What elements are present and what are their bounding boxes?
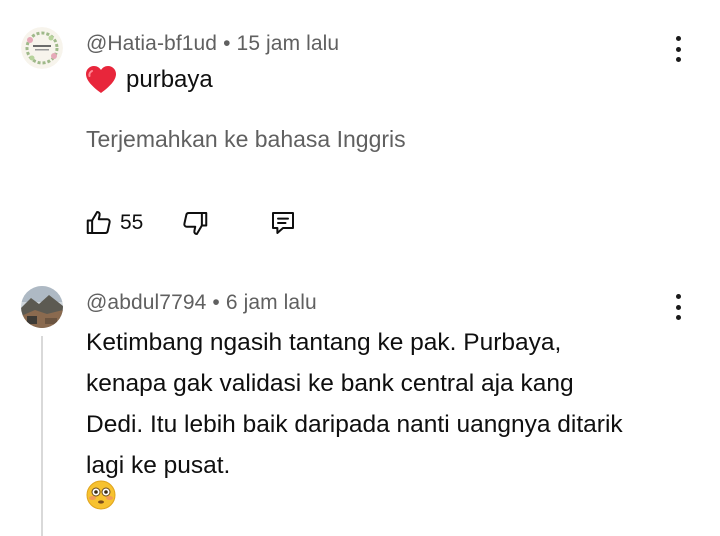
comment-text: Ketimbang ngasih tantang ke pak. Purbaya… [86, 322, 686, 486]
comment-item: @abdul7794 • 6 jam lalu Ketimbang ngasih t… [0, 262, 720, 536]
dislike-button[interactable] [180, 206, 210, 240]
dot [675, 315, 681, 320]
vertical-dots-icon [675, 36, 681, 41]
floral-wreath-avatar-icon [21, 27, 63, 69]
comment-author[interactable]: @Hatia-bf1ud [86, 32, 217, 55]
landscape-photo-avatar-icon [21, 286, 63, 328]
comment-time: 6 jam lalu [225, 291, 317, 314]
dot [675, 304, 681, 310]
dot [675, 57, 681, 62]
comment-text-line: kenapa gak validasi ke bank central aja … [86, 370, 574, 397]
translate-link[interactable]: Terjemahkan ke bahasa Inggris [86, 126, 406, 153]
avatar[interactable] [21, 27, 63, 69]
thumb-up-outline-icon [86, 211, 111, 234]
dot [675, 46, 681, 52]
comment-text-line: Dedi. Itu lebih baik daripada nanti uang… [86, 411, 623, 438]
comment-text-content: purbaya [126, 66, 213, 93]
vertical-dots-icon [675, 294, 681, 299]
comment-time: 15 jam lalu [236, 32, 340, 55]
meta-separator: • [223, 32, 231, 55]
comment-item: @Hatia-bf1ud • 15 jam lalu purbaya Terjema… [0, 0, 720, 262]
comment-author[interactable]: @abdul7794 [86, 291, 206, 314]
reply-button[interactable] [268, 206, 298, 240]
red-heart-emoji-icon [86, 66, 116, 93]
thumb-down-outline-icon [183, 212, 208, 235]
reply-comment-icon [272, 212, 294, 234]
thread-line [41, 336, 43, 536]
comment-text-line: lagi ke pusat. [86, 452, 231, 479]
comment-meta: @Hatia-bf1ud • 15 jam lalu [86, 32, 339, 56]
meta-separator: • [212, 291, 220, 314]
comment-menu-button[interactable] [666, 292, 690, 322]
comment-text-line: Ketimbang ngasih tantang ke pak. Purbaya… [86, 329, 562, 356]
comment-menu-button[interactable] [666, 34, 690, 64]
comment-meta: @abdul7794 • 6 jam lalu [86, 291, 317, 315]
like-count: 55 [120, 211, 144, 234]
avatar[interactable] [21, 286, 63, 328]
comment-text: purbaya [86, 66, 213, 94]
flushed-face-emoji-icon [86, 480, 116, 510]
like-button[interactable]: 55 [84, 206, 143, 240]
